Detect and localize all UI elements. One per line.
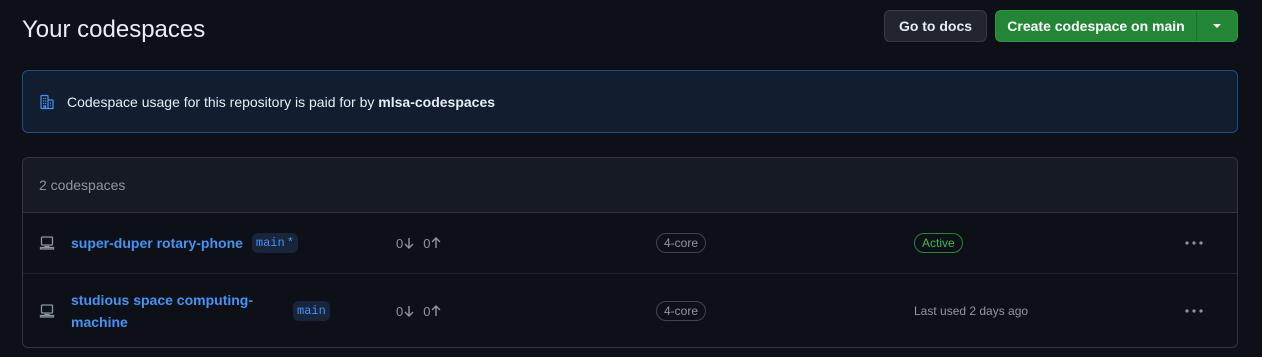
branch-name: main — [297, 304, 326, 318]
organization-icon — [39, 94, 55, 110]
branch-label: main * — [251, 233, 298, 253]
billing-banner-prefix: Codespace usage for this repository is p… — [67, 93, 375, 110]
arrow-down-icon — [404, 306, 414, 317]
billing-org-name: mlsa-codespaces — [378, 93, 496, 110]
codespace-icon — [39, 274, 57, 347]
caret-down-icon — [1213, 24, 1221, 28]
more-options-button[interactable] — [1182, 274, 1206, 347]
commits-ahead-count: 0 — [423, 235, 431, 251]
arrow-up-icon — [431, 305, 441, 316]
last-used-text: Last used 2 days ago — [914, 304, 1029, 318]
codespace-name-link[interactable]: super-duper rotary-phone — [71, 232, 243, 254]
billing-banner-text: Codespace usage for this repository is p… — [67, 94, 495, 110]
go-to-docs-button[interactable]: Go to docs — [884, 10, 987, 42]
branch-label: main — [293, 301, 330, 321]
codespace-row: studious space computing-machine main 0 … — [23, 274, 1237, 347]
machine-type-badge: 4-core — [656, 233, 707, 253]
commits-behind-count: 0 — [396, 235, 404, 251]
header-actions: Go to docs Create codespace on main — [884, 10, 1238, 42]
kebab-horizontal-icon — [1185, 309, 1203, 313]
machine-type: 4-core — [656, 213, 707, 273]
codespace-status: Active — [914, 213, 963, 273]
commits-behind: 0 — [396, 304, 415, 319]
codespace-name-link[interactable]: studious space computing-machine — [71, 289, 256, 333]
create-options-dropdown-button[interactable] — [1197, 11, 1237, 41]
kebab-horizontal-icon — [1185, 241, 1203, 245]
machine-type: 4-core — [656, 274, 707, 347]
branch-modified-marker: * — [286, 236, 294, 250]
branch-name: main — [255, 236, 285, 250]
codespaces-list: 2 codespaces super-duper rotary-phone ma… — [22, 157, 1238, 348]
arrow-up-icon — [431, 237, 441, 248]
page-title: Your codespaces — [22, 16, 206, 43]
sync-status: 0 0 — [396, 274, 450, 347]
branch-cell: main — [293, 274, 330, 347]
commits-ahead-count: 0 — [423, 303, 431, 319]
commits-behind: 0 — [396, 236, 415, 251]
codespace-name-cell: studious space computing-machine — [71, 274, 256, 347]
codespace-name-cell: super-duper rotary-phone main * — [71, 213, 298, 273]
billing-banner: Codespace usage for this repository is p… — [22, 70, 1238, 133]
page-header: Your codespaces Go to docs Create codesp… — [22, 10, 1238, 43]
create-codespace-split-button: Create codespace on main — [995, 10, 1238, 42]
commits-behind-count: 0 — [396, 303, 404, 319]
machine-type-badge: 4-core — [656, 301, 707, 321]
commits-ahead: 0 — [423, 236, 442, 251]
arrow-down-icon — [404, 238, 414, 249]
codespace-row: super-duper rotary-phone main * 0 0 4-co… — [23, 213, 1237, 274]
sync-status: 0 0 — [396, 213, 450, 273]
codespaces-count: 2 codespaces — [23, 158, 1237, 213]
commits-ahead: 0 — [423, 304, 442, 319]
more-options-button[interactable] — [1182, 213, 1206, 273]
codespace-icon — [39, 213, 57, 273]
codespace-status: Last used 2 days ago — [914, 274, 1029, 347]
status-badge: Active — [914, 233, 963, 253]
create-codespace-button[interactable]: Create codespace on main — [996, 11, 1196, 41]
